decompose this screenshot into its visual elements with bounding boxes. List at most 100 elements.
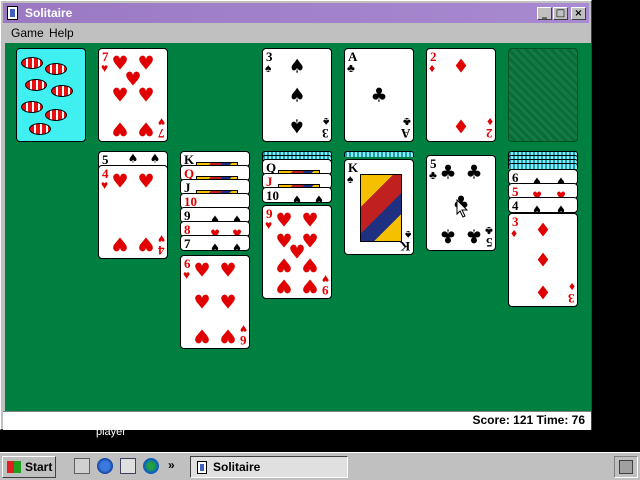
diamond-icon: ♦ bbox=[534, 249, 552, 272]
score-time-readout: Score: 121 Time: 76 bbox=[472, 413, 585, 427]
fish-icon bbox=[21, 101, 43, 113]
spade-icon: ♠ bbox=[210, 241, 220, 251]
waste-card[interactable]: 7 ♥ ♥ ♥ ♥ ♥ ♥ ♥ ♥ 7 ♥ bbox=[98, 48, 168, 142]
heart-icon: ♥ bbox=[137, 84, 155, 107]
heart-icon: ♥ bbox=[111, 170, 129, 193]
heart-icon: ♥ bbox=[275, 209, 293, 232]
spade-icon: ♠ bbox=[404, 228, 411, 242]
heart-icon: ♥ bbox=[275, 274, 293, 297]
mouse-cursor-icon bbox=[456, 199, 469, 218]
heart-icon: ♥ bbox=[239, 322, 247, 336]
taskbar-solitaire-label: Solitaire bbox=[213, 460, 261, 474]
tableau-col3-top-card[interactable]: 9 ♥ ♥ ♥ ♥ ♥ ♥ ♥ ♥ ♥ ♥ 9 ♥ bbox=[262, 205, 332, 299]
club-icon: ♣ bbox=[465, 161, 483, 184]
menu-bar: Game Help bbox=[3, 23, 589, 43]
spade-icon: ♠ bbox=[288, 84, 306, 107]
spade-icon: ♠ bbox=[556, 203, 566, 213]
fish-icon bbox=[45, 63, 67, 75]
start-button[interactable]: Start bbox=[2, 456, 56, 478]
tableau-col2-stub-seven[interactable]: 7 ♠ ♠ bbox=[180, 235, 250, 251]
diamond-icon: ♦ bbox=[429, 61, 436, 75]
diamond-icon: ♦ bbox=[534, 280, 552, 303]
heart-icon: ♥ bbox=[101, 178, 109, 192]
club-icon: ♣ bbox=[403, 115, 411, 129]
fish-icon bbox=[45, 109, 67, 121]
status-bar: Score: 121 Time: 76 bbox=[3, 411, 591, 430]
start-label: Start bbox=[25, 460, 53, 474]
fish-icon bbox=[25, 79, 47, 91]
spade-icon: ♠ bbox=[288, 114, 306, 137]
heart-icon: ♥ bbox=[193, 324, 211, 347]
window-title: Solitaire bbox=[25, 6, 73, 20]
tableau-col4-top-card[interactable]: K ♠ K ♠ bbox=[344, 159, 414, 255]
heart-icon: ♥ bbox=[321, 272, 329, 286]
spade-icon: ♠ bbox=[265, 61, 272, 75]
card-rank: 10 bbox=[266, 188, 279, 203]
game-table: 7 ♥ ♥ ♥ ♥ ♥ ♥ ♥ ♥ 7 ♥ 3 ♠ ♠ ♠ ♠ 3 ♠ A ♣ … bbox=[5, 43, 591, 411]
heart-icon: ♥ bbox=[137, 117, 155, 140]
foundation-diamonds[interactable]: 2 ♦ ♦ ♦ 2 ♦ bbox=[426, 48, 496, 142]
spade-icon: ♠ bbox=[347, 172, 354, 186]
heart-icon: ♥ bbox=[193, 291, 211, 314]
taskbar: Start » Solitaire bbox=[0, 452, 640, 480]
heart-icon: ♥ bbox=[301, 274, 319, 297]
close-button[interactable]: × bbox=[571, 7, 586, 20]
club-icon: ♣ bbox=[370, 84, 388, 107]
solitaire-app-icon bbox=[7, 6, 18, 20]
solitaire-window: Solitaire _ □ × Game Help 7 ♥ ♥ ♥ ♥ ♥ ♥ … bbox=[0, 0, 592, 430]
tableau-col6-top-card[interactable]: 3 ♦ ♦ ♦ ♦ 3 ♦ bbox=[508, 213, 578, 307]
show-desktop-icon[interactable] bbox=[74, 458, 90, 474]
club-icon: ♣ bbox=[439, 161, 457, 184]
club-icon: ♣ bbox=[347, 61, 355, 75]
outlook-express-icon[interactable] bbox=[120, 458, 136, 474]
diamond-icon: ♦ bbox=[534, 219, 552, 242]
heart-icon: ♥ bbox=[219, 324, 237, 347]
diamond-icon: ♦ bbox=[511, 226, 518, 240]
club-icon: ♣ bbox=[439, 224, 457, 247]
spade-icon: ♠ bbox=[292, 193, 302, 203]
heart-icon: ♥ bbox=[111, 117, 129, 140]
card-rank: 7 bbox=[184, 236, 191, 251]
heart-icon: ♥ bbox=[157, 115, 165, 129]
heart-icon: ♥ bbox=[157, 232, 165, 246]
heart-icon: ♥ bbox=[219, 259, 237, 282]
system-tray[interactable] bbox=[614, 456, 638, 478]
heart-icon: ♥ bbox=[265, 218, 273, 232]
tray-icon[interactable] bbox=[619, 460, 633, 474]
tableau-col6-stub-four[interactable]: 4 ♠ ♠ bbox=[508, 197, 578, 213]
spade-icon: ♠ bbox=[314, 193, 324, 203]
media-player-icon[interactable] bbox=[143, 458, 159, 474]
title-bar[interactable]: Solitaire _ □ × bbox=[3, 3, 589, 23]
foundation-empty-slot[interactable] bbox=[508, 48, 578, 142]
heart-icon: ♥ bbox=[275, 253, 293, 276]
heart-icon: ♥ bbox=[219, 291, 237, 314]
quicklaunch-more-chevron[interactable]: » bbox=[168, 458, 175, 472]
stock-pile[interactable] bbox=[16, 48, 86, 142]
diamond-icon: ♦ bbox=[486, 115, 493, 129]
heart-icon: ♥ bbox=[101, 61, 109, 75]
foundation-spades[interactable]: 3 ♠ ♠ ♠ ♠ 3 ♠ bbox=[262, 48, 332, 142]
diamond-icon: ♦ bbox=[568, 280, 575, 294]
menu-game[interactable]: Game bbox=[11, 26, 44, 40]
heart-icon: ♥ bbox=[111, 232, 129, 255]
spade-icon: ♠ bbox=[288, 55, 306, 78]
heart-icon: ♥ bbox=[111, 84, 129, 107]
minimize-button[interactable]: _ bbox=[537, 7, 552, 20]
fish-icon bbox=[29, 123, 51, 135]
maximize-button[interactable]: □ bbox=[553, 7, 568, 20]
club-icon: ♣ bbox=[485, 224, 493, 238]
tableau-col3-stub-ten[interactable]: 10 ♠ ♠ bbox=[262, 187, 332, 203]
taskbar-solitaire-button[interactable]: Solitaire bbox=[190, 456, 348, 478]
king-face-art bbox=[360, 174, 402, 242]
internet-explorer-icon[interactable] bbox=[97, 458, 113, 474]
menu-help[interactable]: Help bbox=[49, 26, 74, 40]
spade-icon: ♠ bbox=[232, 241, 242, 251]
foundation-clubs[interactable]: A ♣ ♣ A ♣ bbox=[344, 48, 414, 142]
fish-icon bbox=[51, 85, 73, 97]
spade-icon: ♠ bbox=[322, 115, 329, 129]
heart-icon: ♥ bbox=[137, 232, 155, 255]
heart-icon: ♥ bbox=[193, 259, 211, 282]
tableau-col1-top-card[interactable]: 4 ♥ ♥ ♥ ♥ ♥ 4 ♥ bbox=[98, 165, 168, 259]
tableau-col2-top-card[interactable]: 6 ♥ ♥ ♥ ♥ ♥ ♥ ♥ 6 ♥ bbox=[180, 255, 250, 349]
diamond-icon: ♦ bbox=[452, 114, 470, 137]
